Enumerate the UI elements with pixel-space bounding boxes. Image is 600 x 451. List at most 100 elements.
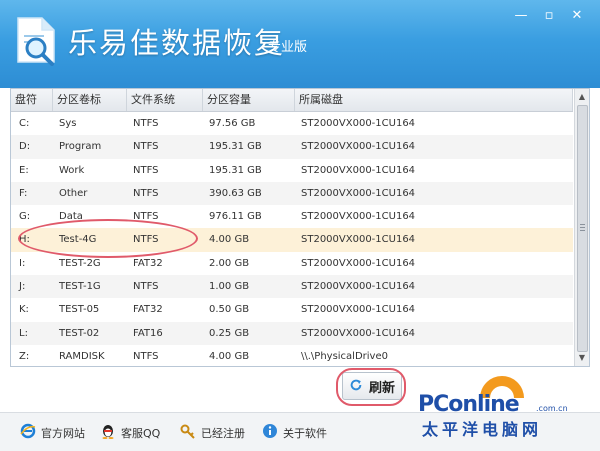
disk-cell: ST2000VX000-1CU164 xyxy=(301,234,416,246)
filesystem-cell: NTFS xyxy=(133,187,159,199)
drive-cell: I: xyxy=(19,257,26,269)
table-row[interactable]: D: Program NTFS 195.31 GB ST2000VX000-1C… xyxy=(11,135,573,159)
filesystem-cell: NTFS xyxy=(133,211,159,223)
table-header: 盘符 分区卷标 文件系统 分区容量 所属磁盘 xyxy=(11,89,573,112)
filesystem-cell: FAT32 xyxy=(133,257,163,269)
registered-label: 已经注册 xyxy=(201,427,245,440)
column-header-label[interactable]: 分区卷标 xyxy=(53,89,127,111)
disk-cell: ST2000VX000-1CU164 xyxy=(301,257,416,269)
minimize-button[interactable]: — xyxy=(512,8,530,24)
support-qq-label: 客服QQ xyxy=(121,427,161,440)
grip-line xyxy=(580,224,585,225)
label-cell: Sys xyxy=(59,118,77,129)
table-row[interactable]: E: Work NTFS 195.31 GB ST2000VX000-1CU16… xyxy=(11,159,573,182)
grip-line xyxy=(580,230,585,231)
qq-penguin-icon xyxy=(102,425,114,439)
app-logo-icon xyxy=(17,17,55,66)
table-row[interactable]: C: Sys NTFS 97.56 GB ST2000VX000-1CU164 xyxy=(11,112,573,135)
size-cell: 195.31 GB xyxy=(209,164,262,176)
label-cell: TEST-05 xyxy=(59,304,100,316)
label-cell: TEST-1G xyxy=(59,281,101,293)
key-icon xyxy=(180,424,195,439)
table-row-selected[interactable]: H: Test-4G NTFS 4.00 GB ST2000VX000-1CU1… xyxy=(11,228,573,252)
table-row[interactable]: L: TEST-02 FAT16 0.25 GB ST2000VX000-1CU… xyxy=(11,321,573,345)
column-header-disk[interactable]: 所属磁盘 xyxy=(295,89,573,111)
app-title: 乐易佳数据恢复 xyxy=(68,26,286,60)
drive-cell: C: xyxy=(19,118,30,129)
table-row[interactable]: G: Data NTFS 976.11 GB ST2000VX000-1CU16… xyxy=(11,205,573,228)
filesystem-cell: NTFS xyxy=(133,234,159,246)
label-cell: TEST-2G xyxy=(59,257,101,269)
drive-cell: F: xyxy=(19,187,28,199)
size-cell: 976.11 GB xyxy=(209,211,262,223)
pconline-watermark: PConline .com.cn 太平洋电脑网 xyxy=(408,370,600,450)
disk-cell: ST2000VX000-1CU164 xyxy=(301,187,416,199)
size-cell: 1.00 GB xyxy=(209,281,250,293)
grip-line xyxy=(580,227,585,228)
column-header-drive[interactable]: 盘符 xyxy=(11,89,53,111)
label-cell: Data xyxy=(59,211,83,223)
label-cell: Work xyxy=(59,164,85,176)
vertical-scrollbar[interactable]: ▲ ▼ xyxy=(574,89,589,366)
table-row[interactable]: F: Other NTFS 390.63 GB ST2000VX000-1CU1… xyxy=(11,181,573,206)
scroll-up-arrow-icon[interactable]: ▲ xyxy=(576,91,588,103)
size-cell: 97.56 GB xyxy=(209,118,256,129)
drive-cell: Z: xyxy=(19,350,30,362)
partition-table: 盘符 分区卷标 文件系统 分区容量 所属磁盘 C: Sys NTFS 97.56… xyxy=(10,88,590,367)
drive-cell: D: xyxy=(19,141,31,153)
table-row[interactable]: Z: RAMDISK NTFS 4.00 GB \\.\PhysicalDriv… xyxy=(11,345,573,368)
filesystem-cell: NTFS xyxy=(133,350,159,362)
scroll-down-arrow-icon[interactable]: ▼ xyxy=(576,352,588,364)
refresh-label: 刷新 xyxy=(369,381,396,396)
close-button[interactable]: ✕ xyxy=(568,8,586,24)
title-bar: 乐易佳数据恢复 专业版 — ▫ ✕ xyxy=(0,0,600,88)
drive-cell: J: xyxy=(19,281,26,293)
disk-cell: ST2000VX000-1CU164 xyxy=(301,118,416,129)
watermark-brand: PConline xyxy=(418,392,520,417)
disk-cell: \\.\PhysicalDrive0 xyxy=(301,350,388,362)
about-software-label: 关于软件 xyxy=(283,427,327,440)
column-header-size[interactable]: 分区容量 xyxy=(203,89,295,111)
drive-cell: E: xyxy=(19,164,29,176)
size-cell: 2.00 GB xyxy=(209,257,250,269)
filesystem-cell: FAT32 xyxy=(133,304,163,316)
column-header-filesystem[interactable]: 文件系统 xyxy=(127,89,203,111)
disk-cell: ST2000VX000-1CU164 xyxy=(301,327,416,339)
disk-cell: ST2000VX000-1CU164 xyxy=(301,211,416,223)
label-cell: RAMDISK xyxy=(59,350,105,362)
size-cell: 195.31 GB xyxy=(209,141,262,153)
size-cell: 390.63 GB xyxy=(209,187,262,199)
drive-cell: G: xyxy=(19,211,31,223)
label-cell: TEST-02 xyxy=(59,327,100,339)
maximize-button[interactable]: ▫ xyxy=(540,8,558,24)
table-body: C: Sys NTFS 97.56 GB ST2000VX000-1CU164 … xyxy=(11,112,573,368)
refresh-button[interactable]: 刷新 xyxy=(342,372,402,400)
disk-cell: ST2000VX000-1CU164 xyxy=(301,281,416,293)
drive-cell: H: xyxy=(19,234,30,246)
refresh-icon xyxy=(350,379,362,391)
filesystem-cell: NTFS xyxy=(133,118,159,129)
watermark-cn-name: 太平洋电脑网 xyxy=(422,420,543,439)
filesystem-cell: NTFS xyxy=(133,164,159,176)
filesystem-cell: NTFS xyxy=(133,281,159,293)
filesystem-cell: FAT16 xyxy=(133,327,163,339)
filesystem-cell: NTFS xyxy=(133,141,159,153)
disk-cell: ST2000VX000-1CU164 xyxy=(301,141,416,153)
drive-cell: L: xyxy=(19,327,28,339)
disk-cell: ST2000VX000-1CU164 xyxy=(301,304,416,316)
table-row[interactable]: K: TEST-05 FAT32 0.50 GB ST2000VX000-1CU… xyxy=(11,298,573,321)
table-row[interactable]: J: TEST-1G NTFS 1.00 GB ST2000VX000-1CU1… xyxy=(11,275,573,299)
table-row[interactable]: I: TEST-2G FAT32 2.00 GB ST2000VX000-1CU… xyxy=(11,252,573,275)
disk-cell: ST2000VX000-1CU164 xyxy=(301,164,416,176)
watermark-domain: .com.cn xyxy=(536,404,568,413)
label-cell: Test-4G xyxy=(59,234,97,246)
label-cell: Program xyxy=(59,141,102,153)
size-cell: 4.00 GB xyxy=(209,350,250,362)
size-cell: 4.00 GB xyxy=(209,234,250,246)
drive-cell: K: xyxy=(19,304,29,316)
info-icon xyxy=(263,424,277,438)
official-website-label: 官方网站 xyxy=(41,427,85,440)
size-cell: 0.50 GB xyxy=(209,304,250,316)
edition-label: 专业版 xyxy=(268,40,308,55)
scrollbar-thumb[interactable] xyxy=(577,105,588,352)
